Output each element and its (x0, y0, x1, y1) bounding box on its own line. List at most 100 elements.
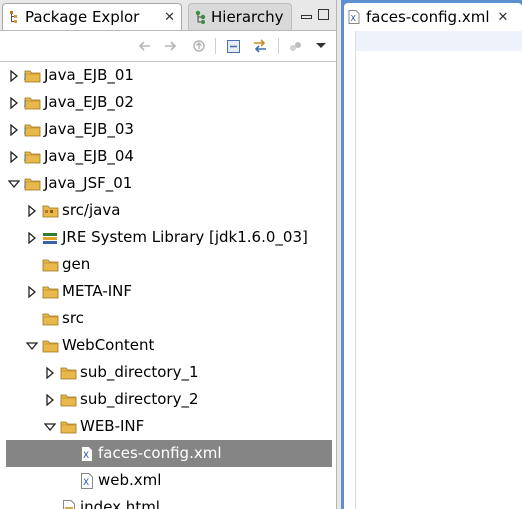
expand-arrow-icon[interactable] (8, 96, 20, 109)
xml-file-icon: X (78, 472, 96, 489)
expand-arrow-icon[interactable] (26, 231, 38, 244)
tree-item-label: Java_EJB_02 (44, 93, 134, 111)
expand-arrow-icon[interactable] (8, 150, 20, 163)
tree-item[interactable]: J Java_EJB_01 (0, 62, 336, 89)
folder-icon (42, 311, 60, 327)
package-explorer-view: Package Explor ✕ Hierarchy J Java_EJB_01… (0, 0, 336, 509)
tree-item-label: faces-config.xml (98, 444, 222, 462)
folder-icon (60, 365, 78, 381)
close-icon[interactable]: ✕ (164, 10, 175, 25)
tree-item[interactable]: gen (0, 251, 336, 278)
tree-item-label: src (62, 309, 84, 327)
tree-item-label: JRE System Library [jdk1.6.0_03] (62, 228, 308, 246)
tree-item-label: WebContent (62, 336, 155, 354)
tree-item[interactable]: WEB-INF (0, 413, 336, 440)
tree-item-label: index.html (80, 498, 160, 509)
maximize-icon[interactable] (318, 9, 329, 20)
expand-arrow-icon[interactable] (8, 69, 20, 82)
xml-file-icon: X (78, 445, 96, 462)
tree-item[interactable]: J Java_JSF_01 (0, 170, 336, 197)
view-tab-bar: Package Explor ✕ Hierarchy (0, 0, 336, 31)
tree-item[interactable]: Xweb.xml (0, 467, 336, 494)
view-menu-icon[interactable] (312, 37, 330, 55)
back-icon[interactable] (135, 37, 153, 55)
folder-icon (60, 392, 78, 408)
svg-text:J: J (24, 72, 26, 80)
source-folder-icon (42, 203, 60, 219)
svg-text:J: J (24, 126, 26, 134)
tree-item[interactable]: src (0, 305, 336, 332)
tab-faces-config[interactable]: X faces-config.xml ✕ (344, 3, 522, 31)
tree-item-label: src/java (62, 201, 121, 219)
package-tree: J Java_EJB_01 J Java_EJB_02 J Java_EJB_03 J Jav… (0, 62, 336, 509)
library-icon (42, 230, 60, 246)
tree-item-label: META-INF (62, 282, 133, 300)
expand-arrow-icon[interactable] (44, 393, 56, 406)
tree-item[interactable]: WebContent (0, 332, 336, 359)
svg-text:J: J (24, 153, 26, 161)
tree-item[interactable]: index.html (0, 494, 336, 509)
folder-icon (42, 257, 60, 273)
expand-arrow-icon[interactable] (8, 123, 20, 136)
tree-item-label: sub_directory_1 (80, 363, 199, 381)
project-icon: J (24, 68, 42, 84)
tab-label: Package Explor (25, 8, 140, 26)
tree-item[interactable]: JRE System Library [jdk1.6.0_03] (0, 224, 336, 251)
package-explorer-icon (9, 10, 21, 24)
tab-label: Hierarchy (211, 8, 284, 26)
tree-item[interactable]: Xfaces-config.xml (6, 440, 332, 467)
tree-item[interactable]: J Java_EJB_03 (0, 116, 336, 143)
close-icon[interactable]: ✕ (498, 10, 509, 25)
collapse-arrow-icon[interactable] (44, 421, 56, 433)
xml-file-icon: X (348, 10, 360, 24)
tree-item[interactable]: J Java_EJB_02 (0, 89, 336, 116)
tree-item[interactable]: sub_directory_2 (0, 386, 336, 413)
filter-icon[interactable] (286, 37, 304, 55)
tree-item[interactable]: J Java_EJB_04 (0, 143, 336, 170)
tree-item[interactable]: META-INF (0, 278, 336, 305)
tree-item-label: gen (62, 255, 91, 273)
folder-icon (42, 284, 60, 300)
editor-tab-bar: X faces-config.xml ✕ (341, 0, 522, 31)
minimize-icon[interactable] (301, 15, 312, 19)
forward-icon[interactable] (162, 37, 180, 55)
html-file-icon (60, 499, 78, 509)
up-icon[interactable] (190, 37, 208, 55)
hierarchy-icon (195, 10, 207, 24)
tab-package-explorer[interactable]: Package Explor ✕ (2, 3, 182, 30)
collapse-arrow-icon[interactable] (26, 340, 38, 352)
folder-icon (42, 338, 60, 354)
tree-item[interactable]: sub_directory_1 (0, 359, 336, 386)
svg-text:X: X (83, 478, 89, 488)
editor-current-line (341, 31, 522, 51)
tab-hierarchy[interactable]: Hierarchy (188, 3, 292, 30)
view-toolbar (0, 31, 336, 62)
editor-focus-border (341, 31, 344, 509)
tree-item-label: Java_EJB_04 (44, 147, 134, 165)
svg-text:J: J (24, 99, 26, 107)
svg-text:J: J (24, 180, 26, 188)
editor-area: X faces-config.xml ✕ (341, 0, 522, 509)
project-icon: J (24, 95, 42, 111)
svg-text:X: X (83, 451, 89, 461)
collapse-arrow-icon[interactable] (8, 178, 20, 190)
tree-item[interactable]: src/java (0, 197, 336, 224)
link-with-editor-icon[interactable] (251, 37, 269, 55)
collapse-all-icon[interactable] (224, 37, 242, 55)
tree-item-label: Java_EJB_03 (44, 120, 134, 138)
expand-arrow-icon[interactable] (26, 204, 38, 217)
project-icon: J (24, 149, 42, 165)
folder-icon (60, 419, 78, 435)
tree-item-label: Java_JSF_01 (44, 174, 133, 192)
tree-item-label: sub_directory_2 (80, 390, 199, 408)
expand-arrow-icon[interactable] (26, 285, 38, 298)
expand-arrow-icon[interactable] (44, 366, 56, 379)
tree-item-label: WEB-INF (80, 417, 145, 435)
project-icon: J (24, 176, 42, 192)
tree-item-label: Java_EJB_01 (44, 66, 134, 84)
